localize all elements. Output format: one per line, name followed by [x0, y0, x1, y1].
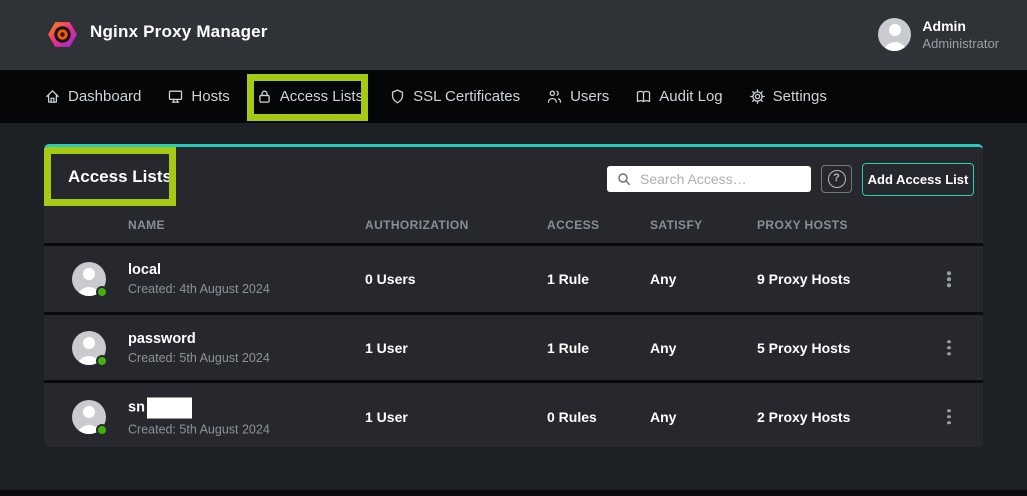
- cell-proxy-hosts: 5 Proxy Hosts: [757, 340, 850, 356]
- online-status-dot: [96, 286, 108, 298]
- app-window: Nginx Proxy Manager Admin Administrator …: [0, 0, 1027, 496]
- search-input[interactable]: [607, 166, 811, 192]
- main-nav: Dashboard Hosts Access Lists SSL Certifi…: [0, 70, 1027, 123]
- nav-item-audit-log[interactable]: Audit Log: [635, 88, 722, 105]
- created-date: Created: 5th August 2024: [128, 351, 270, 365]
- table-row[interactable]: password Created: 5th August 2024 1 User…: [44, 315, 983, 380]
- column-header-satisfy: SATISFY: [650, 218, 703, 232]
- nav-item-ssl-certificates[interactable]: SSL Certificates: [389, 88, 520, 105]
- online-status-dot: [96, 424, 108, 436]
- cell-proxy-hosts: 9 Proxy Hosts: [757, 271, 850, 287]
- nav-label: Hosts: [191, 88, 229, 105]
- nav-item-dashboard[interactable]: Dashboard: [44, 88, 141, 105]
- nav-label: SSL Certificates: [413, 88, 520, 105]
- user-menu[interactable]: Admin Administrator: [878, 18, 999, 51]
- column-header-authorization: AUTHORIZATION: [365, 218, 469, 232]
- table-row[interactable]: sn Created: 5th August 2024 1 User 0 Rul…: [44, 383, 983, 447]
- cell-access: 1 Rule: [547, 271, 589, 287]
- row-avatar: [72, 400, 106, 434]
- help-button[interactable]: ?: [821, 165, 852, 193]
- user-avatar: [878, 18, 911, 51]
- app-title: Nginx Proxy Manager: [90, 22, 268, 42]
- kebab-menu-icon[interactable]: [942, 404, 956, 430]
- window-bottom-edge: [0, 490, 1027, 496]
- panel-title: Access Lists: [68, 167, 172, 187]
- user-name: Admin: [922, 18, 999, 34]
- nav-label: Access Lists: [280, 88, 363, 105]
- nav-label: Audit Log: [659, 88, 722, 105]
- row-avatar: [72, 262, 106, 296]
- nav-item-hosts[interactable]: Hosts: [167, 88, 229, 105]
- nav-label: Dashboard: [68, 88, 141, 105]
- app-header: Nginx Proxy Manager Admin Administrator: [0, 0, 1027, 70]
- access-list-name: local: [128, 262, 270, 278]
- redaction-box: [147, 397, 192, 418]
- shield-icon: [389, 88, 406, 105]
- cell-access: 0 Rules: [547, 409, 597, 425]
- user-role: Administrator: [922, 36, 999, 51]
- column-header-name: NAME: [128, 218, 165, 232]
- nav-label: Settings: [773, 88, 827, 105]
- add-access-list-button[interactable]: Add Access List: [862, 163, 974, 196]
- npm-hexagon-logo-icon: [46, 18, 79, 51]
- row-avatar: [72, 331, 106, 365]
- book-icon: [635, 88, 652, 105]
- kebab-menu-icon[interactable]: [942, 266, 956, 292]
- cell-authorization: 1 User: [365, 340, 408, 356]
- column-header-access: ACCESS: [547, 218, 599, 232]
- cell-authorization: 0 Users: [365, 271, 416, 287]
- gear-icon: [749, 88, 766, 105]
- cell-authorization: 1 User: [365, 409, 408, 425]
- table-row[interactable]: local Created: 4th August 2024 0 Users 1…: [44, 246, 983, 312]
- home-icon: [44, 88, 61, 105]
- help-icon: ?: [828, 170, 846, 188]
- nav-label: Users: [570, 88, 609, 105]
- column-header-proxy-hosts: PROXY HOSTS: [757, 218, 848, 232]
- cell-proxy-hosts: 2 Proxy Hosts: [757, 409, 850, 425]
- cell-satisfy: Any: [650, 340, 676, 356]
- kebab-menu-icon[interactable]: [942, 335, 956, 361]
- nav-item-users[interactable]: Users: [546, 88, 609, 105]
- online-status-dot: [96, 355, 108, 367]
- created-date: Created: 5th August 2024: [128, 422, 270, 436]
- access-list-name: password: [128, 331, 270, 347]
- access-list-name: sn: [128, 397, 270, 418]
- nav-item-settings[interactable]: Settings: [749, 88, 827, 105]
- lock-icon: [256, 88, 273, 105]
- cell-access: 1 Rule: [547, 340, 589, 356]
- search-box: [607, 166, 811, 192]
- access-lists-panel: Access Lists ? Add Access List NAME AUTH…: [44, 144, 983, 447]
- created-date: Created: 4th August 2024: [128, 282, 270, 296]
- nav-item-access-lists[interactable]: Access Lists: [256, 88, 363, 105]
- users-icon: [546, 88, 563, 105]
- monitor-icon: [167, 88, 184, 105]
- cell-satisfy: Any: [650, 409, 676, 425]
- cell-satisfy: Any: [650, 271, 676, 287]
